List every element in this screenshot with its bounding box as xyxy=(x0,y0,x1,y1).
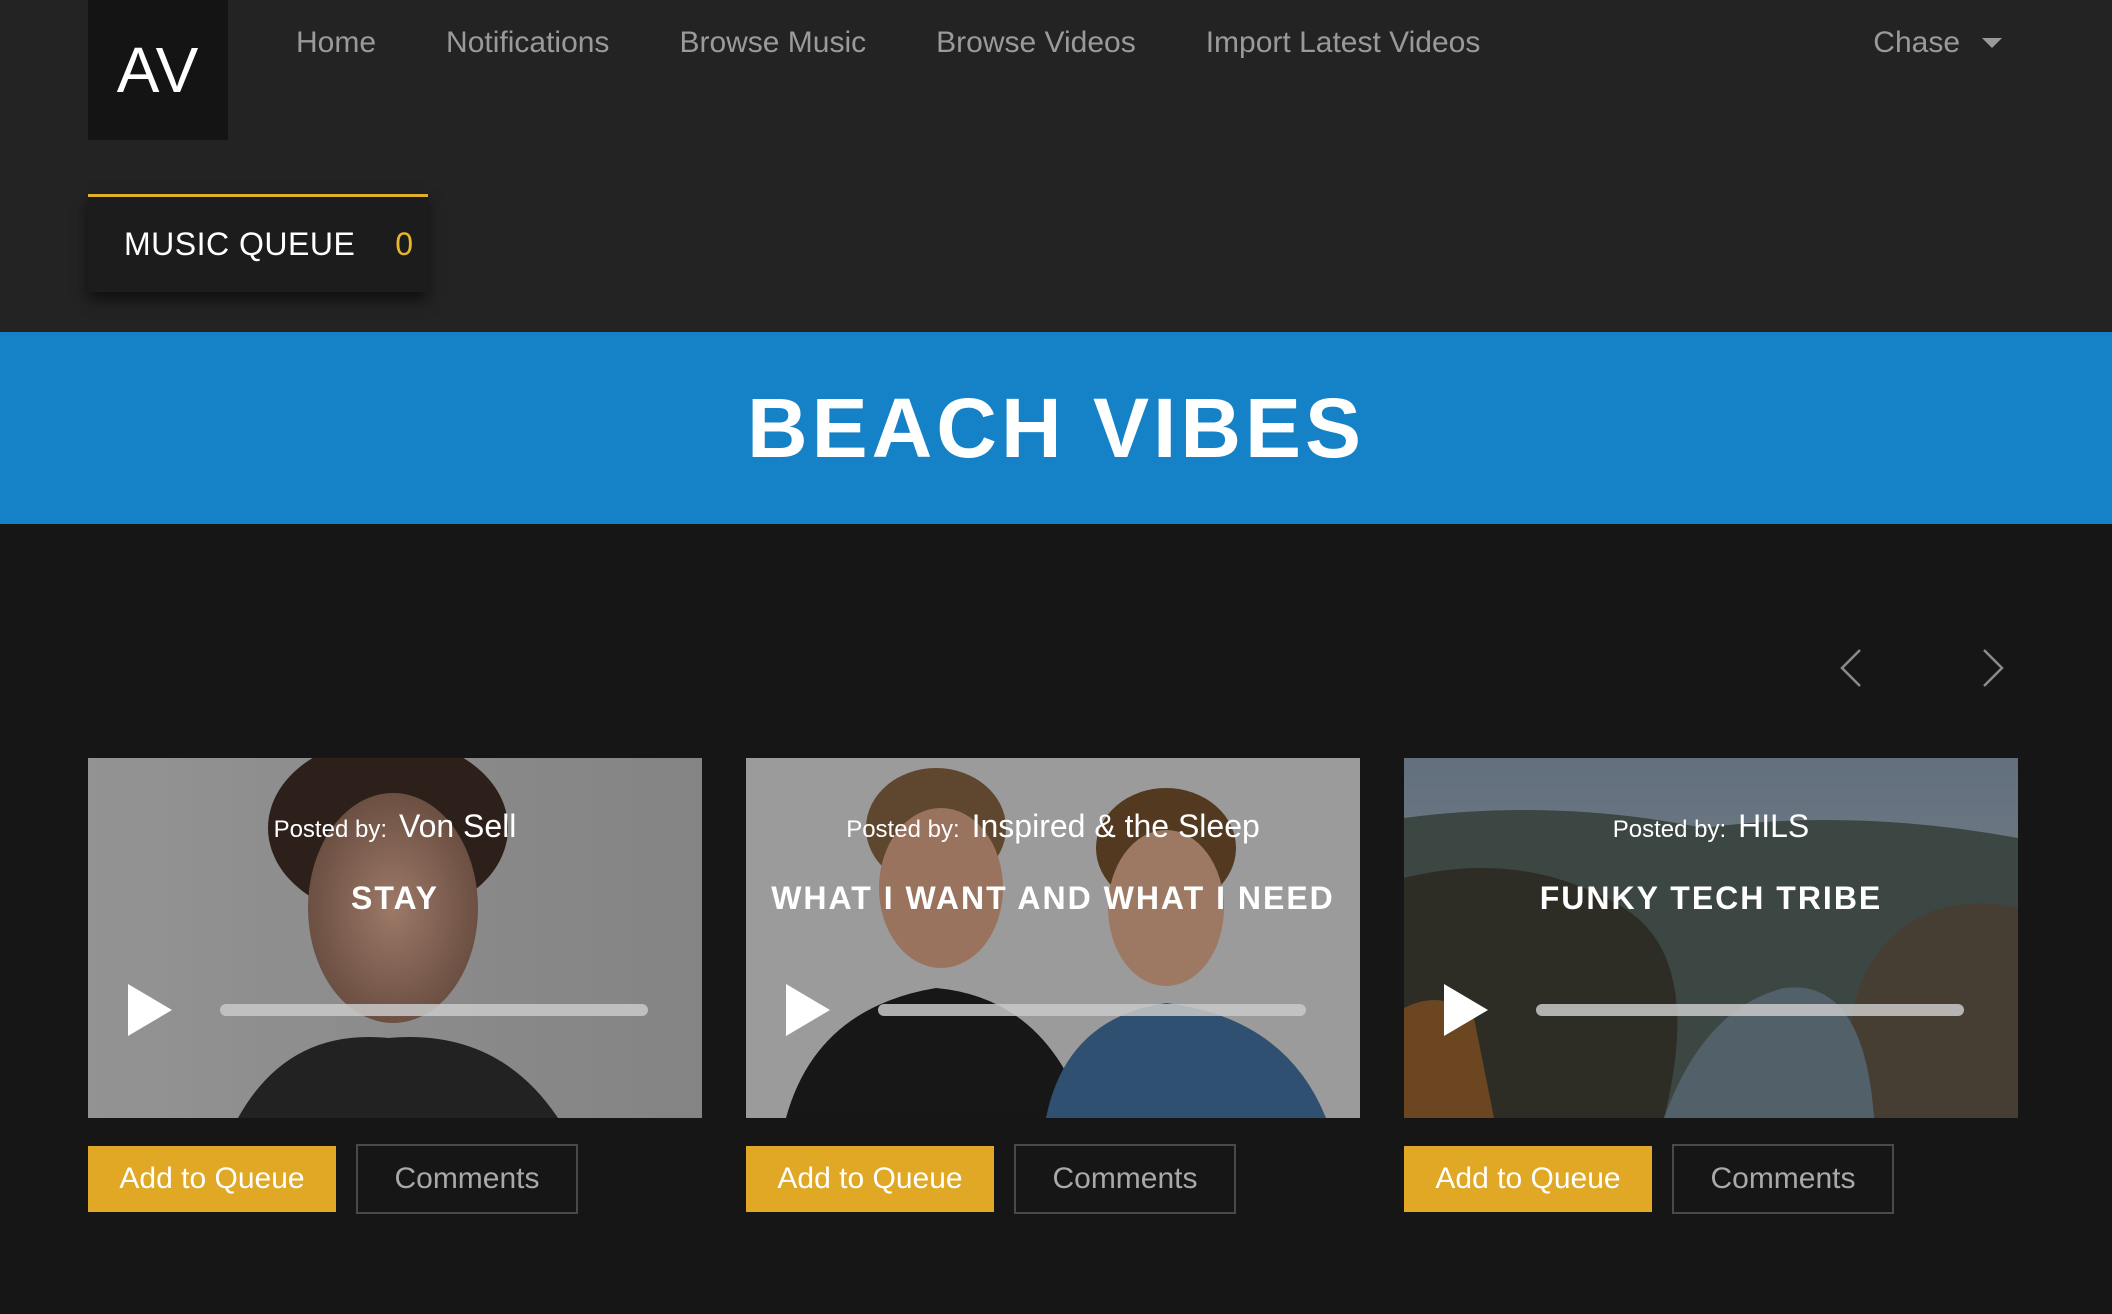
audio-progress-bar[interactable] xyxy=(1536,1004,1964,1016)
user-menu[interactable]: Chase xyxy=(1873,26,2002,60)
user-name: Chase xyxy=(1873,26,1960,59)
nav-home[interactable]: Home xyxy=(296,26,376,60)
comments-button[interactable]: Comments xyxy=(1014,1144,1236,1214)
add-to-queue-button[interactable]: Add to Queue xyxy=(746,1146,994,1212)
card-actions: Add to Queue Comments xyxy=(1404,1144,1894,1214)
nav-import-latest-videos[interactable]: Import Latest Videos xyxy=(1206,26,1481,60)
posted-by-label: Posted by: xyxy=(846,816,960,843)
music-queue-button[interactable]: MUSIC QUEUE 0 xyxy=(88,194,428,292)
music-queue-label: MUSIC QUEUE xyxy=(124,226,356,262)
nav-browse-videos[interactable]: Browse Videos xyxy=(936,26,1136,60)
carousel-next-button[interactable] xyxy=(1972,648,2012,688)
nav-browse-music[interactable]: Browse Music xyxy=(679,26,866,60)
posted-by: Posted by: HILS xyxy=(1404,808,2018,845)
card-media: Posted by: Von Sell STAY xyxy=(88,758,702,1118)
playlist-banner: BEACH VIBES xyxy=(0,332,2112,524)
audio-progress-bar[interactable] xyxy=(878,1004,1306,1016)
music-queue-count: 0 xyxy=(395,226,414,262)
play-icon[interactable] xyxy=(128,984,172,1036)
posted-by-label: Posted by: xyxy=(273,816,387,843)
posted-by: Posted by: Von Sell xyxy=(88,808,702,845)
site-logo[interactable]: AV xyxy=(88,0,228,140)
logo-text: AV xyxy=(116,34,200,106)
card-actions: Add to Queue Comments xyxy=(88,1144,578,1214)
song-title: WHAT I WANT AND WHAT I NEED xyxy=(771,880,1335,916)
caret-down-icon xyxy=(1982,38,2002,48)
add-to-queue-button[interactable]: Add to Queue xyxy=(88,1146,336,1212)
music-card: Posted by: Inspired & the Sleep WHAT I WA… xyxy=(746,758,1360,1214)
comments-button[interactable]: Comments xyxy=(1672,1144,1894,1214)
song-title: FUNKY TECH TRIBE xyxy=(1539,880,1883,916)
audio-progress-bar[interactable] xyxy=(220,1004,648,1016)
chevron-left-icon xyxy=(1840,649,1861,687)
main-nav: Home Notifications Browse Music Browse V… xyxy=(296,26,1480,60)
posted-by-label: Posted by: xyxy=(1612,816,1727,843)
play-icon[interactable] xyxy=(786,984,830,1036)
carousel-prev-button[interactable] xyxy=(1832,648,1872,688)
music-card: Posted by: Von Sell STAY Add to Queue Com… xyxy=(88,758,702,1214)
chevron-right-icon xyxy=(1983,649,2004,687)
card-media: Posted by: HILS FUNKY TECH TRIBE xyxy=(1404,758,2018,1118)
card-media: Posted by: Inspired & the Sleep WHAT I WA… xyxy=(746,758,1360,1118)
playlist-title: BEACH VIBES xyxy=(746,380,1366,475)
comments-button[interactable]: Comments xyxy=(356,1144,578,1214)
nav-notifications[interactable]: Notifications xyxy=(446,26,609,60)
artist-name[interactable]: Von Sell xyxy=(399,808,516,844)
card-actions: Add to Queue Comments xyxy=(746,1144,1236,1214)
top-header: AV Home Notifications Browse Music Brows… xyxy=(0,0,2112,332)
song-title: STAY xyxy=(350,880,440,916)
artist-name[interactable]: HILS xyxy=(1738,808,1809,844)
play-icon[interactable] xyxy=(1444,984,1488,1036)
artist-name[interactable]: Inspired & the Sleep xyxy=(972,808,1260,844)
posted-by: Posted by: Inspired & the Sleep xyxy=(746,808,1360,845)
music-card: Posted by: HILS FUNKY TECH TRIBE Add to Q… xyxy=(1404,758,2018,1214)
add-to-queue-button[interactable]: Add to Queue xyxy=(1404,1146,1652,1212)
